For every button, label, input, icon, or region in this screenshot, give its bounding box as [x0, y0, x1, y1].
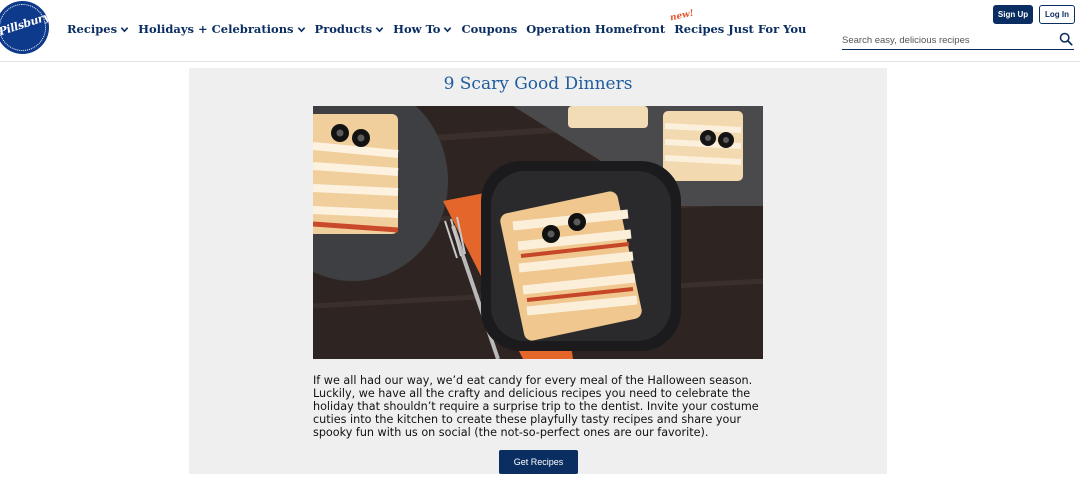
nav-label: How To: [393, 22, 441, 36]
nav-holidays-celebrations[interactable]: Holidays + Celebrations: [138, 22, 305, 36]
nav-label: Coupons: [461, 22, 518, 36]
nav-label: Holidays + Celebrations: [138, 22, 294, 36]
nav-recipes-just-for-you[interactable]: new! Recipes Just For You: [669, 9, 807, 36]
nav-how-to[interactable]: How To: [393, 22, 452, 36]
nav-products[interactable]: Products: [315, 22, 385, 36]
nav-label: Recipes Just For You: [674, 22, 807, 36]
nav-recipes[interactable]: Recipes: [67, 22, 129, 36]
chevron-down-icon: [120, 26, 129, 32]
nav-operation-homefront[interactable]: Operation Homefront: [526, 22, 665, 36]
get-recipes-button[interactable]: Get Recipes: [499, 450, 578, 474]
mummy-pizza-photo: [313, 106, 763, 359]
search-input[interactable]: [842, 32, 1052, 48]
site-header: Pillsbury Recipes Holidays + Celebration…: [0, 0, 1080, 62]
chevron-down-icon: [375, 26, 384, 32]
nav-label: Recipes: [67, 22, 118, 36]
search-bar: [842, 30, 1074, 50]
nav-coupons[interactable]: Coupons: [461, 22, 517, 36]
chevron-down-icon: [297, 26, 305, 32]
search-icon[interactable]: [1059, 32, 1073, 46]
feature-title[interactable]: 9 Scary Good Dinners: [189, 74, 887, 94]
feature-description: If we all had our way, we’d eat candy fo…: [313, 374, 759, 439]
pillsbury-logo[interactable]: Pillsbury: [0, 1, 49, 54]
main-nav: Recipes Holidays + Celebrations Products…: [67, 9, 815, 38]
feature-image[interactable]: [313, 106, 763, 359]
nav-label: Operation Homefront: [526, 22, 666, 36]
sign-up-button[interactable]: Sign Up: [993, 5, 1033, 24]
log-in-button[interactable]: Log In: [1039, 5, 1075, 24]
chevron-down-icon: [444, 26, 452, 32]
feature-panel: 9 Scary Good Dinners If we all had our w…: [189, 68, 887, 474]
nav-label: Products: [314, 22, 373, 36]
